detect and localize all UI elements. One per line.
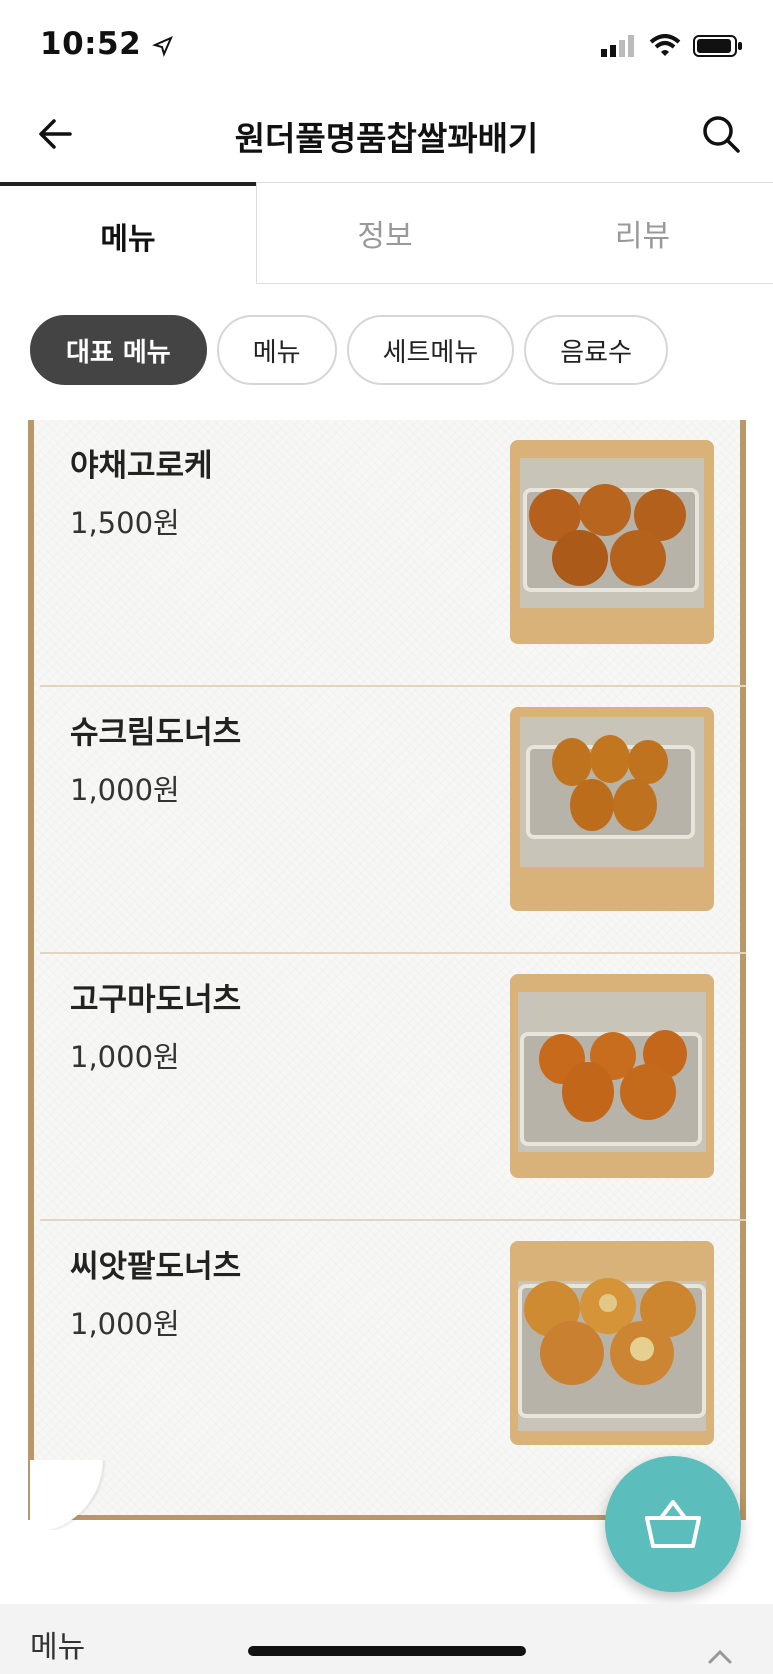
menu-item-name: 슈크림도너츠 (70, 715, 242, 751)
basket-icon (645, 1500, 701, 1548)
chip-menu[interactable]: 메뉴 (216, 315, 337, 385)
menu-item-photo (510, 974, 714, 1178)
menu-item-name: 고구마도너츠 (70, 982, 242, 1018)
status-icons (601, 34, 743, 58)
sweet-potato-donut-photo (510, 974, 714, 1178)
menu-item-photo (510, 1241, 714, 1445)
menu-panel: 야채고로케 1,500원 슈크림도너츠 1,000원 고구마도너츠 1,000원… (20, 420, 755, 1530)
tab-bar: 메뉴 정보 리뷰 (0, 182, 773, 286)
croquette-photo (510, 440, 714, 644)
menu-item-price: 1,000원 (70, 773, 180, 807)
status-time: 10:52 (40, 26, 174, 62)
search-button[interactable] (699, 112, 743, 156)
signal-icon (601, 35, 634, 57)
menu-item-photo (510, 707, 714, 911)
status-time-text: 10:52 (40, 26, 142, 62)
menu-item-name: 씨앗팥도너츠 (70, 1249, 242, 1285)
cart-button[interactable] (605, 1456, 741, 1592)
paper-curl-decoration (30, 1460, 110, 1530)
tab-menu[interactable]: 메뉴 (0, 182, 256, 286)
page-title: 원더풀명품찹쌀꽈배기 (234, 119, 539, 158)
menu-item-price: 1,000원 (70, 1040, 180, 1074)
home-indicator (248, 1646, 526, 1656)
menu-item[interactable]: 야채고로케 1,500원 (40, 420, 746, 687)
red-bean-donut-photo (510, 1241, 714, 1445)
search-icon (703, 116, 740, 153)
tab-info[interactable]: 정보 (256, 182, 513, 284)
menu-item[interactable]: 슈크림도너츠 1,000원 (40, 687, 746, 954)
chip-signature-menu[interactable]: 대표 메뉴 (30, 315, 207, 385)
menu-paper-frame: 야채고로케 1,500원 슈크림도너츠 1,000원 고구마도너츠 1,000원… (28, 420, 746, 1520)
location-arrow-icon (152, 35, 174, 57)
bottom-menu-label: 메뉴 (30, 1630, 86, 1665)
wifi-icon (649, 34, 681, 56)
category-chips: 대표 메뉴 메뉴 세트메뉴 음료수 (30, 315, 669, 385)
menu-item[interactable]: 고구마도너츠 1,000원 (40, 954, 746, 1221)
menu-item-photo (510, 440, 714, 644)
chevron-up-icon[interactable] (707, 1644, 733, 1670)
menu-item-price: 1,500원 (70, 506, 180, 540)
battery-icon (693, 35, 742, 57)
menu-item[interactable]: 씨앗팥도너츠 1,000원 (40, 1221, 746, 1488)
status-bar: 10:52 (0, 0, 773, 92)
cream-donut-photo (510, 707, 714, 911)
chip-beverages[interactable]: 음료수 (524, 315, 669, 385)
menu-item-price: 1,000원 (70, 1307, 180, 1341)
chip-set-menu[interactable]: 세트메뉴 (346, 315, 515, 385)
bottom-menu-bar[interactable]: 메뉴 (0, 1604, 773, 1674)
menu-item-name: 야채고로케 (70, 448, 213, 484)
tab-review[interactable]: 리뷰 (512, 182, 773, 284)
header: 원더풀명품찹쌀꽈배기 (0, 92, 773, 182)
